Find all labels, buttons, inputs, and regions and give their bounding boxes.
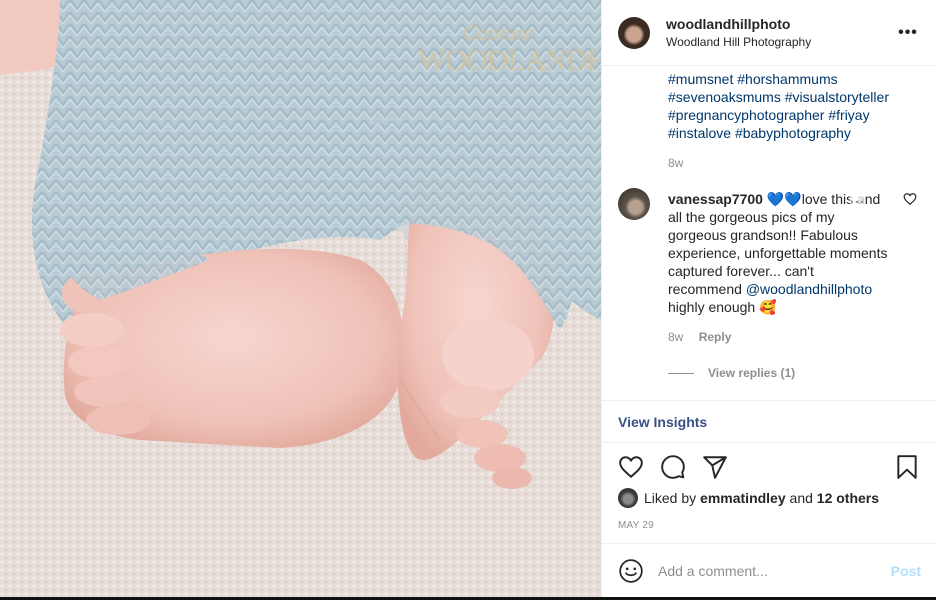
hashtag-link[interactable]: #pregnancyphotographer xyxy=(668,107,824,123)
liker-username[interactable]: emmatindley xyxy=(700,490,786,506)
hashtag-line: #instalove #babyphotography xyxy=(668,124,921,142)
comment-bubble-icon[interactable] xyxy=(660,454,686,480)
photo-watermark: Capture WOODLANDHI xyxy=(418,20,601,77)
post-comment-button[interactable]: Post xyxy=(891,563,921,579)
more-options-icon[interactable]: ••• xyxy=(896,24,920,42)
comment-meta: 8w Reply xyxy=(618,330,921,344)
author-avatar[interactable] xyxy=(618,16,650,49)
hashtag-line: #mumsnet #horshammums xyxy=(668,70,921,88)
caption-timestamp[interactable]: 8w xyxy=(618,156,921,170)
hashtag-link[interactable]: #instalove xyxy=(668,125,731,141)
share-paper-plane-icon[interactable] xyxy=(702,454,728,480)
caption-hashtags: #mumsnet #horshammums #sevenoaksmums #vi… xyxy=(618,70,921,142)
comment-input[interactable] xyxy=(658,562,891,579)
post-side-panel: woodlandhillphoto Woodland Hill Photogra… xyxy=(601,0,936,597)
baby-feet-illustration xyxy=(0,0,601,597)
hashtag-link[interactable]: #mumsnet xyxy=(668,71,733,87)
mention-link[interactable]: @woodlandhillphoto xyxy=(746,281,872,297)
save-bookmark-icon[interactable] xyxy=(894,454,920,480)
view-replies-label[interactable]: View replies (1) xyxy=(708,366,795,380)
watermark-main-text: WOODLANDHI xyxy=(418,44,601,77)
add-comment-bar: Post xyxy=(602,543,936,597)
post-date[interactable]: MAY 29 xyxy=(618,520,654,531)
smiling-hearts-emoji: 🥰 xyxy=(759,299,777,315)
comment-item: vanessap7700 💙💙love this and all the gor… xyxy=(618,188,921,316)
watermark-script-text: Capture xyxy=(462,20,534,45)
likes-and: and xyxy=(789,490,813,506)
reply-button[interactable]: Reply xyxy=(699,330,732,344)
comment-like-heart-icon[interactable] xyxy=(903,192,917,206)
comment-timestamp[interactable]: 8w xyxy=(668,330,683,344)
emoji-picker-icon[interactable] xyxy=(618,558,644,584)
post-actions xyxy=(618,450,920,484)
hashtag-link[interactable]: #sevenoaksmums xyxy=(668,89,781,105)
hashtag-link[interactable]: #horshammums xyxy=(737,71,837,87)
blue-heart-emoji: 💙💙 xyxy=(766,191,802,207)
insights-bar: View Insights xyxy=(602,400,936,443)
comments-scroll-area[interactable]: #mumsnet #horshammums #sevenoaksmums #vi… xyxy=(602,66,936,400)
comment-options-icon[interactable]: ... xyxy=(850,190,865,206)
author-info: woodlandhillphoto Woodland Hill Photogra… xyxy=(666,16,896,49)
view-replies[interactable]: View replies (1) xyxy=(618,366,921,380)
post-header: woodlandhillphoto Woodland Hill Photogra… xyxy=(602,0,936,66)
comment-text: vanessap7700 💙💙love this and all the gor… xyxy=(668,190,888,316)
author-subtitle[interactable]: Woodland Hill Photography xyxy=(666,35,896,49)
like-heart-icon[interactable] xyxy=(618,454,644,480)
replies-divider-line xyxy=(668,372,694,374)
liker-avatar[interactable] xyxy=(618,488,638,508)
commenter-avatar[interactable] xyxy=(618,188,650,220)
comment-text-part: highly enough xyxy=(668,299,756,315)
commenter-username[interactable]: vanessap7700 xyxy=(668,191,763,207)
hashtag-line: #pregnancyphotographer #friyay xyxy=(668,106,921,124)
hashtag-link[interactable]: #babyphotography xyxy=(735,125,851,141)
likes-others-link[interactable]: 12 others xyxy=(817,490,879,506)
hashtag-link[interactable]: #friyay xyxy=(828,107,869,123)
hashtag-line: #sevenoaksmums #visualstoryteller xyxy=(668,88,921,106)
author-username[interactable]: woodlandhillphoto xyxy=(666,16,896,32)
likes-summary: Liked by emmatindley and 12 others xyxy=(618,488,879,508)
view-insights-link[interactable]: View Insights xyxy=(618,414,707,430)
post-photo[interactable]: Capture WOODLANDHI xyxy=(0,0,601,597)
likes-prefix: Liked by xyxy=(644,490,697,506)
hashtag-link[interactable]: #visualstoryteller xyxy=(785,89,889,105)
post-modal: Capture WOODLANDHI woodlandhillphoto Woo… xyxy=(0,0,936,600)
